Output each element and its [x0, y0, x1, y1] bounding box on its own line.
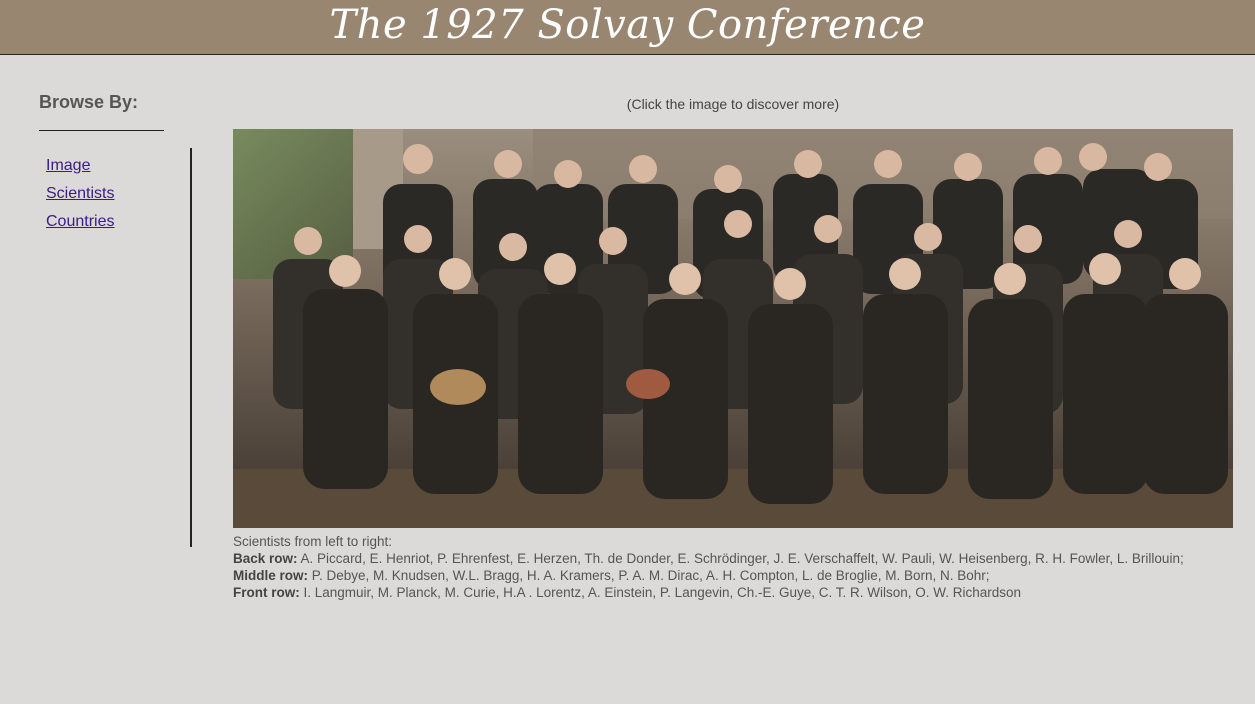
caption-intro: Scientists from left to right: — [233, 534, 393, 549]
sidebar-rule — [39, 130, 164, 131]
click-hint: (Click the image to discover more) — [626, 96, 840, 112]
sidebar-item-scientists[interactable]: Scientists — [46, 180, 114, 208]
middle-row-names: P. Debye, M. Knudsen, W.L. Bragg, H. A. … — [311, 568, 990, 583]
page-title: The 1927 Solvay Conference — [329, 2, 926, 48]
photo-caption: Scientists from left to right: Back row:… — [233, 533, 1233, 601]
sidebar-nav: Image Scientists Countries — [46, 152, 114, 236]
caption-middle-row: Middle row: P. Debye, M. Knudsen, W.L. B… — [233, 567, 1233, 584]
sidebar-item-image[interactable]: Image — [46, 152, 114, 180]
back-row-names: A. Piccard, E. Henriot, P. Ehrenfest, E.… — [300, 551, 1184, 566]
back-row-label: Back row: — [233, 551, 298, 566]
front-row-names: I. Langmuir, M. Planck, M. Curie, H.A . … — [303, 585, 1022, 600]
caption-front-row: Front row: I. Langmuir, M. Planck, M. Cu… — [233, 584, 1233, 601]
middle-row-label: Middle row: — [233, 568, 308, 583]
group-photo-icon — [233, 129, 1233, 528]
group-photo[interactable] — [233, 129, 1233, 528]
sidebar-heading: Browse By: — [39, 92, 139, 112]
sidebar-divider — [190, 148, 192, 547]
caption-back-row: Back row: A. Piccard, E. Henriot, P. Ehr… — [233, 550, 1233, 567]
front-row-label: Front row: — [233, 585, 300, 600]
sidebar-item-countries[interactable]: Countries — [46, 208, 114, 236]
site-header: The 1927 Solvay Conference — [0, 0, 1255, 55]
